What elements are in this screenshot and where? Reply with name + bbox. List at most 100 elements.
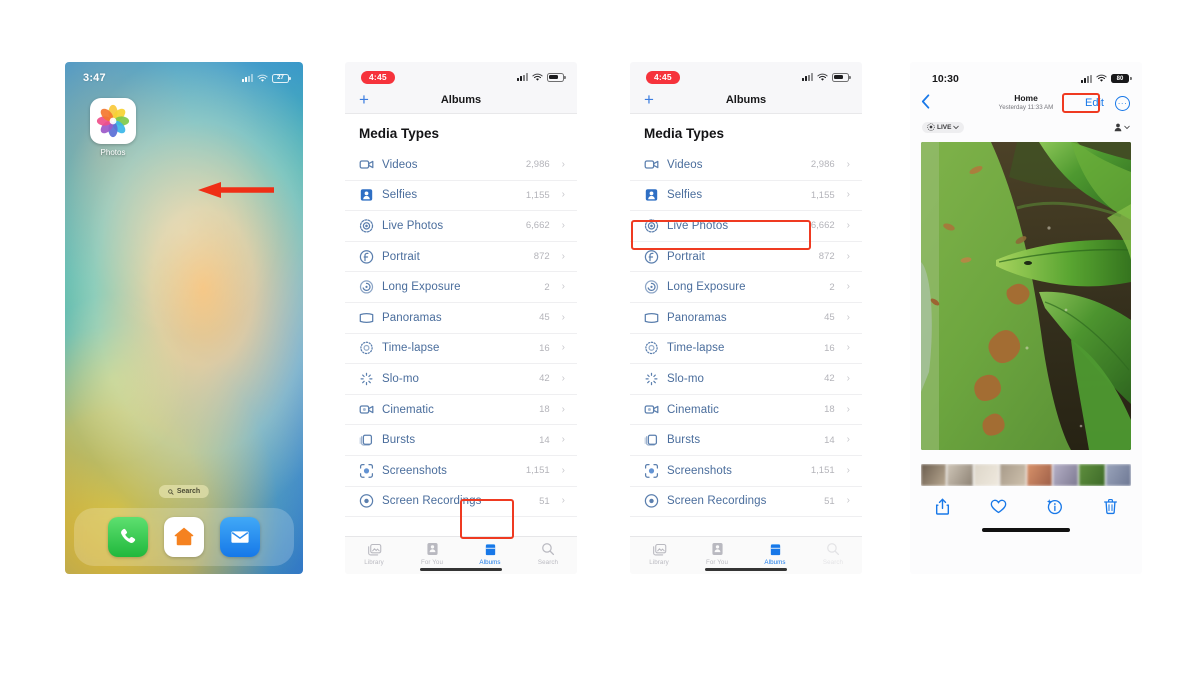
album-row-screen-recordings[interactable]: Screen Recordings 51 › xyxy=(345,487,577,518)
filmstrip-thumb[interactable] xyxy=(1052,464,1079,486)
album-row-long-exposure[interactable]: Long Exposure 2 › xyxy=(630,272,862,303)
album-row-time-lapse[interactable]: Time-lapse 16 › xyxy=(630,334,862,365)
app-photos[interactable]: Photos xyxy=(87,98,139,157)
tab-albums[interactable]: Albums xyxy=(752,541,798,566)
chevron-right-icon: › xyxy=(561,158,565,170)
battery-level: 27 xyxy=(277,75,284,81)
album-row-bursts[interactable]: Bursts 14 › xyxy=(630,425,862,456)
chevron-right-icon: › xyxy=(561,342,565,354)
album-row-slo-mo[interactable]: Slo-mo 42 › xyxy=(345,364,577,395)
album-row-screenshots[interactable]: Screenshots 1,151 › xyxy=(630,456,862,487)
album-row-label: Selfies xyxy=(667,189,703,202)
albums-list[interactable]: Media Types Videos 2,986 › Selfies 1,155 › Liv… xyxy=(345,114,577,536)
tab-for-you-label: For You xyxy=(420,559,444,566)
info-button[interactable] xyxy=(1044,496,1064,516)
photo-viewer[interactable] xyxy=(921,142,1131,450)
media-type-rows: Videos 2,986 › Selfies 1,155 › Live Photos 6,66… xyxy=(345,150,577,518)
chevron-right-icon: › xyxy=(846,434,850,446)
status-icons: 27 xyxy=(242,73,291,83)
chevron-right-icon: › xyxy=(561,403,565,415)
chevron-left-icon xyxy=(921,94,930,109)
search-icon xyxy=(168,488,174,495)
share-button[interactable] xyxy=(932,496,952,516)
filmstrip-thumb[interactable] xyxy=(921,464,947,486)
filmstrip-thumb[interactable] xyxy=(973,464,1000,486)
album-row-live-photos[interactable]: Live Photos 6,662 › xyxy=(345,211,577,242)
album-row-selfies[interactable]: Selfies 1,155 › xyxy=(345,181,577,212)
dock-app-home[interactable] xyxy=(164,517,204,557)
more-options-button[interactable]: ··· xyxy=(1115,95,1130,111)
photo-filmstrip[interactable] xyxy=(921,464,1131,486)
signal-bars-icon xyxy=(517,73,528,81)
slomo-icon xyxy=(644,371,659,386)
album-row-time-lapse[interactable]: Time-lapse 16 › xyxy=(345,334,577,365)
album-row-panoramas[interactable]: Panoramas 45 › xyxy=(630,303,862,334)
status-bar: 4:45 xyxy=(630,62,862,86)
album-row-long-exposure[interactable]: Long Exposure 2 › xyxy=(345,272,577,303)
tab-search[interactable]: Search xyxy=(810,541,856,566)
filmstrip-thumb[interactable] xyxy=(1026,464,1052,486)
home-indicator xyxy=(982,528,1070,532)
filmstrip-thumb[interactable] xyxy=(1079,464,1105,486)
people-filter-button[interactable] xyxy=(1114,123,1130,132)
tab-library[interactable]: Library xyxy=(351,541,397,566)
aperture-f-icon xyxy=(644,249,659,264)
delete-button[interactable] xyxy=(1100,496,1120,516)
tab-albums[interactable]: Albums xyxy=(467,541,513,566)
album-row-videos[interactable]: Videos 2,986 › xyxy=(630,150,862,181)
filmstrip-thumb[interactable] xyxy=(947,464,973,486)
album-row-label: Portrait xyxy=(667,250,705,263)
album-row-cinematic[interactable]: Cinematic 18 › xyxy=(630,395,862,426)
album-row-count: 1,151 xyxy=(810,465,835,477)
album-row-cinematic[interactable]: Cinematic 18 › xyxy=(345,395,577,426)
album-row-count: 14 xyxy=(824,434,835,446)
edit-button[interactable]: Edit xyxy=(1082,96,1107,110)
mail-icon xyxy=(231,531,249,543)
album-row-bursts[interactable]: Bursts 14 › xyxy=(345,425,577,456)
dock-app-mail[interactable] xyxy=(220,517,260,557)
album-row-live-photos[interactable]: Live Photos 6,662 › xyxy=(630,211,862,242)
album-row-screenshots[interactable]: Screenshots 1,151 › xyxy=(345,456,577,487)
chevron-right-icon: › xyxy=(561,189,565,201)
screen-recording-icon xyxy=(359,494,374,509)
tab-for-you[interactable]: For You xyxy=(694,541,740,566)
album-row-count: 51 xyxy=(539,495,550,507)
album-row-count: 16 xyxy=(824,342,835,354)
back-button[interactable] xyxy=(921,94,930,112)
album-row-label: Cinematic xyxy=(382,403,435,416)
dock-app-phone[interactable] xyxy=(108,517,148,557)
album-row-count: 6,662 xyxy=(810,220,835,232)
filmstrip-thumb[interactable] xyxy=(1000,464,1026,486)
album-row-videos[interactable]: Videos 2,986 › xyxy=(345,150,577,181)
search-icon xyxy=(810,541,856,557)
album-row-screen-recordings[interactable]: Screen Recordings 51 › xyxy=(630,487,862,518)
tab-for-you[interactable]: For You xyxy=(409,541,455,566)
chevron-right-icon: › xyxy=(846,158,850,170)
live-photo-badge[interactable]: LIVE xyxy=(922,121,965,133)
album-row-label: Screen Recordings xyxy=(382,495,482,508)
cinematic-icon xyxy=(359,402,374,417)
albums-list[interactable]: Media Types Videos 2,986 › Selfies 1,155 › Liv… xyxy=(630,114,862,536)
album-row-label: Videos xyxy=(382,158,418,171)
album-row-portrait[interactable]: Portrait 872 › xyxy=(345,242,577,273)
timelapse-icon xyxy=(644,341,659,356)
chevron-right-icon: › xyxy=(561,250,565,262)
favorite-button[interactable] xyxy=(988,496,1008,516)
album-row-selfies[interactable]: Selfies 1,155 › xyxy=(630,181,862,212)
status-time-recording-pill: 4:45 xyxy=(361,70,395,84)
filmstrip-thumb[interactable] xyxy=(1105,464,1131,486)
album-row-count: 2 xyxy=(544,281,550,293)
album-row-label: Videos xyxy=(667,158,703,171)
album-row-slo-mo[interactable]: Slo-mo 42 › xyxy=(630,364,862,395)
album-row-panoramas[interactable]: Panoramas 45 › xyxy=(345,303,577,334)
album-row-portrait[interactable]: Portrait 872 › xyxy=(630,242,862,273)
chevron-right-icon: › xyxy=(846,311,850,323)
home-search-pill[interactable]: Search xyxy=(158,485,210,498)
long-exposure-icon xyxy=(359,280,374,295)
photos-pinwheel-icon xyxy=(90,98,136,144)
status-bar: 4:45 xyxy=(345,62,577,86)
tab-search[interactable]: Search xyxy=(525,541,571,566)
screenshot-icon xyxy=(644,463,659,478)
albums-icon xyxy=(467,541,513,557)
tab-library[interactable]: Library xyxy=(636,541,682,566)
